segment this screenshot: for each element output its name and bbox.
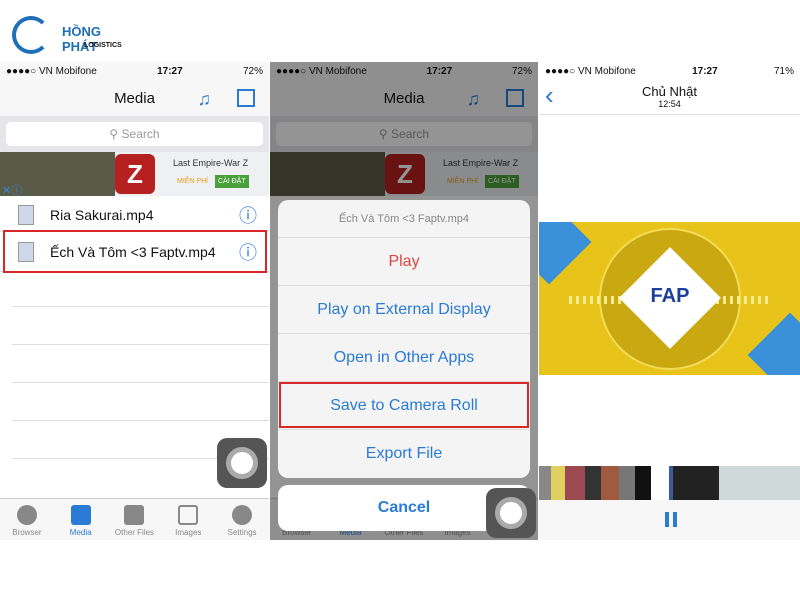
gear-icon [232,505,253,525]
player-controls [539,500,800,540]
edit-icon[interactable] [237,89,255,107]
assistive-touch-button[interactable] [486,488,536,538]
game-icon: Z [115,154,155,194]
action-sheet: Ếch Và Tôm <3 Faptv.mp4 Play Play on Ext… [278,200,530,478]
fap-logo: FAP [650,285,690,307]
music-icon [70,505,91,525]
back-button[interactable]: ‹ [545,80,554,111]
logo: HỒNG PHÁT LOGISTICS [12,14,137,54]
photo-date: Chủ Nhật [642,83,697,99]
tab-settings[interactable]: Settings [217,505,267,537]
highlight-box [3,230,267,273]
assistive-touch-button[interactable] [217,438,267,488]
globe-icon [16,505,37,525]
tab-bar: Browser Media Other Files Images Setting… [0,498,269,540]
tab-media[interactable]: Media [56,505,106,537]
close-ad-icon[interactable]: ✕ⓘ [2,182,22,198]
tab-browser[interactable]: Browser [2,505,52,537]
action-sheet-screen: ●●●●○ VN Mobifone 17:27 72% Media ♫ ⚲ Sear… [270,62,538,540]
video-frame[interactable]: FAP [539,222,800,375]
tab-other-files[interactable]: Other Files [109,505,159,537]
media-screen: ●●●●○ VN Mobifone 17:27 72% Media ♫ ⚲ Sear… [0,62,269,540]
page-title: Media [114,89,155,107]
sheet-title: Ếch Và Tôm <3 Faptv.mp4 [278,200,530,238]
export-file-button[interactable]: Export File [278,430,530,478]
ad-banner[interactable]: Z Last Empire-War Z MIỄN PHÍ CÀI ĐẶT ✕ⓘ [0,152,269,198]
photo-time: 12:54 [658,98,681,109]
search-input[interactable]: ⚲ Search [6,122,263,146]
open-in-apps-button[interactable]: Open in Other Apps [278,334,530,382]
truck-logo-icon [12,16,50,54]
filmstrip-scrubber[interactable] [539,466,800,500]
play-button[interactable]: Play [278,238,530,286]
file-row[interactable]: Ria Sakurai.mp4 ⓘ [0,198,269,232]
info-icon[interactable]: ⓘ [239,202,257,228]
pause-icon[interactable] [665,512,677,527]
status-bar: ●●●●○ VN Mobifone 17:27 72% [0,62,269,80]
video-player-screen: ●●●●○ VN Mobifone 17:27 71% ‹ Chủ Nhật 12:… [539,62,800,540]
highlight-box [279,382,529,428]
play-external-button[interactable]: Play on External Display [278,286,530,334]
frame-icon [178,505,199,525]
playlist-icon[interactable]: ♫ [198,89,212,110]
install-button[interactable]: CÀI ĐẶT [215,175,249,188]
tab-images[interactable]: Images [163,505,213,537]
file-icon [124,505,145,525]
video-file-icon [18,204,34,225]
